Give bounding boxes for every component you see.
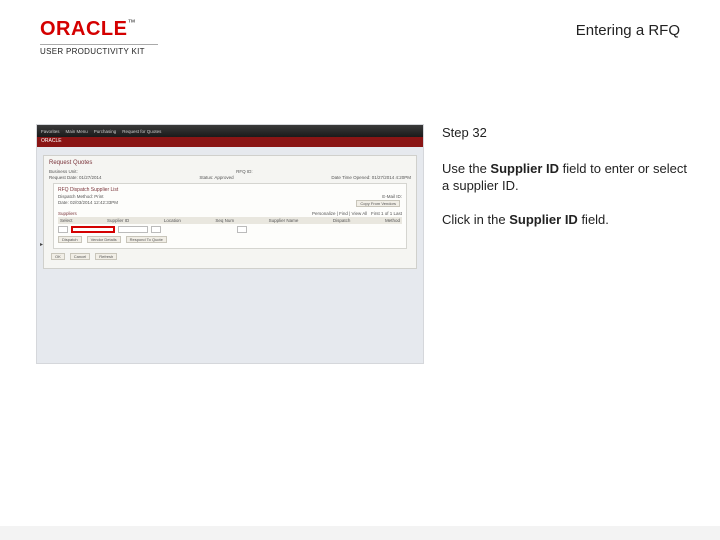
dispatch-checkbox[interactable] xyxy=(237,226,247,233)
footer-bar xyxy=(0,526,720,540)
grid-count: First 1 of 1 Last xyxy=(371,211,402,216)
panel-title: Request Quotes xyxy=(49,160,411,166)
l2-pre: Click in the xyxy=(442,212,509,227)
ok-button[interactable]: OK xyxy=(51,253,65,260)
col-method: Method xyxy=(385,218,400,223)
col-location: Location xyxy=(164,218,181,223)
main-panel: Request Quotes Business Unit: RFQ ID: Req… xyxy=(43,155,417,269)
table-row xyxy=(58,226,402,233)
app-brand-bar: ORACLE xyxy=(37,137,423,147)
req-date: Request Date: 01/27/2014 xyxy=(49,175,102,180)
instruction-line-1: Use the Supplier ID field to enter or se… xyxy=(442,160,692,195)
col-select: Select xyxy=(60,218,73,223)
seq-field[interactable] xyxy=(151,226,161,233)
browser-topbar: FavoritesMain MenuPurchasingRequest for … xyxy=(37,125,423,137)
expand-icon: ▸ xyxy=(40,241,43,248)
col-name: Supplier Name xyxy=(269,218,299,223)
col-dispatch: Dispatch xyxy=(333,218,351,223)
rfqid-label: RFQ ID: xyxy=(236,169,253,174)
vendor-details-button[interactable]: Vendor Details xyxy=(87,236,121,243)
status-val: Status: Approved xyxy=(199,175,233,180)
instruction-line-2: Click in the Supplier ID field. xyxy=(442,211,692,229)
instruction-panel: Step 32 Use the Supplier ID field to ent… xyxy=(442,124,692,364)
copy-vendors-button[interactable]: Copy From Vendors xyxy=(356,200,400,207)
subbrand-text: USER PRODUCTIVITY KIT xyxy=(40,47,158,56)
supplier-id-field[interactable] xyxy=(71,226,115,233)
sub-title: RFQ Dispatch Supplier List xyxy=(58,187,402,193)
page-title: Entering a RFQ xyxy=(576,18,680,39)
col-supplier-id: Supplier ID xyxy=(107,218,129,223)
supplier-section: Suppliers Personalize | Find | View All … xyxy=(58,211,402,243)
grid-nav-text: Personalize | Find | View All xyxy=(312,211,367,216)
dispatch-button[interactable]: Dispatch xyxy=(58,236,82,243)
refresh-button[interactable]: Refresh xyxy=(95,253,117,260)
l1-pre: Use the xyxy=(442,161,490,176)
email-id: E-Mail ID: xyxy=(382,194,402,199)
location-field[interactable] xyxy=(118,226,148,233)
l2-post: field. xyxy=(578,212,609,227)
l1-bold: Supplier ID xyxy=(490,161,559,176)
open-date: Date Time Opened: 01/27/2014 4:20PM xyxy=(331,175,411,180)
oracle-tm: ™ xyxy=(127,18,135,27)
logo-block: ORACLE™ USER PRODUCTIVITY KIT xyxy=(40,18,158,56)
cancel-button[interactable]: Cancel xyxy=(70,253,90,260)
l2-bold: Supplier ID xyxy=(509,212,578,227)
col-seq: Seq Num xyxy=(215,218,234,223)
step-label: Step 32 xyxy=(442,124,692,142)
logo-divider xyxy=(40,44,158,45)
date-val: Date: 02/03/2014 12:42:33PM xyxy=(58,200,118,207)
embedded-screenshot: FavoritesMain MenuPurchasingRequest for … xyxy=(36,124,424,364)
content-row: FavoritesMain MenuPurchasingRequest for … xyxy=(0,64,720,364)
bu-label: Business Unit: xyxy=(49,169,78,174)
respond-quote-button[interactable]: Respond To Quote xyxy=(126,236,167,243)
select-checkbox[interactable] xyxy=(58,226,68,233)
suppliers-label: Suppliers xyxy=(58,211,77,216)
oracle-logo: ORACLE™ xyxy=(40,18,158,41)
oracle-logo-text: ORACLE xyxy=(40,18,127,40)
dispatch-subpanel: RFQ Dispatch Supplier List Dispatch Meth… xyxy=(53,183,407,249)
dispatch-method: Dispatch Method: Print xyxy=(58,194,104,199)
header: ORACLE™ USER PRODUCTIVITY KIT Entering a… xyxy=(0,0,720,64)
